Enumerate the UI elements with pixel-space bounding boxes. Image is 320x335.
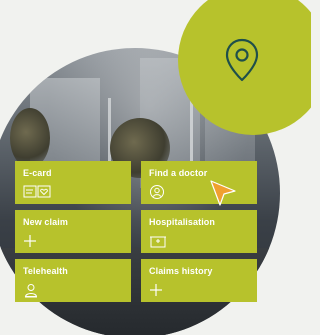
hero-illustration: E-card Find a doctor New claim Hospitali… [0,0,311,335]
telehealth-icon [23,283,39,298]
hospital-icon [149,234,167,248]
tile-telehealth-label: Telehealth [23,266,68,276]
tile-telehealth[interactable]: Telehealth [15,259,131,302]
plus-icon [149,283,163,297]
tile-new-claim-label: New claim [23,217,68,227]
tile-claims-history-label: Claims history [149,266,213,276]
doctor-icon [149,185,165,199]
location-pin-icon [224,37,260,83]
tile-claims-history[interactable]: Claims history [141,259,257,302]
tile-e-card-label: E-card [23,168,52,178]
tile-find-a-doctor[interactable]: Find a doctor [141,161,257,204]
mouse-cursor-icon [208,178,238,208]
id-card-icon [23,185,53,199]
tile-hospitalisation-label: Hospitalisation [149,217,216,227]
tile-hospitalisation[interactable]: Hospitalisation [141,210,257,253]
tile-new-claim[interactable]: New claim [15,210,131,253]
plus-icon [23,234,37,248]
tile-e-card[interactable]: E-card [15,161,131,204]
